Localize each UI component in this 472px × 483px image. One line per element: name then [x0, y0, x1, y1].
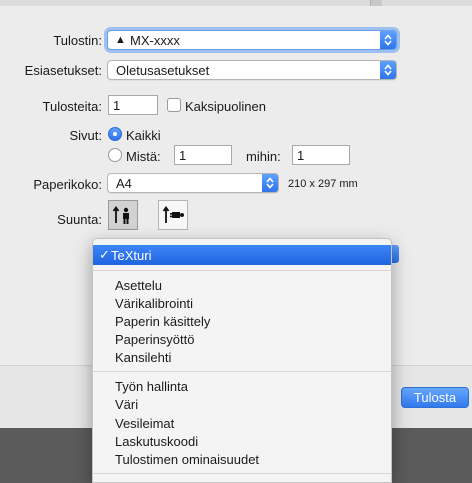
menu-item-kansilehti[interactable]: Kansilehti — [115, 350, 171, 365]
pages-all-label: Kaikki — [126, 128, 161, 143]
two-sided-checkbox[interactable] — [167, 98, 181, 112]
landscape-orientation-button[interactable] — [158, 200, 188, 230]
pages-from-value: 1 — [179, 148, 187, 163]
print-button[interactable]: Tulosta — [401, 387, 469, 408]
menu-item-paperinsyotto[interactable]: Paperinsyöttö — [115, 332, 195, 347]
menu-separator — [93, 270, 391, 271]
presets-label: Esiasetukset: — [24, 63, 102, 78]
menu-item-label: TeXturi — [111, 248, 152, 263]
menu-item-vari[interactable]: Väri — [115, 397, 138, 412]
menu-item-varikalibrointi[interactable]: Värikalibrointi — [115, 296, 193, 311]
updown-arrows-icon — [380, 61, 396, 79]
pages-from-label: Mistä: — [126, 149, 161, 164]
pages-from-field[interactable]: 1 — [174, 145, 232, 165]
menu-item-tyon-hallinta[interactable]: Työn hallinta — [115, 379, 188, 394]
window-edge — [370, 0, 382, 6]
paper-dimensions: 210 x 297 mm — [288, 178, 358, 190]
two-sided-label: Kaksipuolinen — [185, 99, 266, 114]
landscape-icon — [162, 205, 184, 223]
pages-range-radio[interactable] — [108, 148, 122, 162]
pages-all-radio[interactable] — [108, 127, 122, 141]
pages-label: Sivut: — [69, 128, 102, 143]
menu-item-texturi[interactable]: ✓ TeXturi — [93, 245, 391, 265]
updown-arrows-icon — [262, 174, 278, 192]
presets-value: Oletusasetukset — [116, 63, 210, 78]
pages-to-label: mihin: — [246, 149, 281, 164]
printer-value: MX-xxxx — [130, 33, 180, 48]
portrait-icon — [112, 205, 129, 224]
copies-value: 1 — [113, 98, 121, 113]
updown-arrows-icon — [380, 31, 396, 49]
printer-label: Tulostin: — [53, 33, 102, 48]
copies-field[interactable]: 1 — [108, 95, 158, 115]
menu-item-vesileimat[interactable]: Vesileimat — [115, 416, 174, 431]
menu-item-laskutuskoodi[interactable]: Laskutuskoodi — [115, 434, 198, 449]
menu-item-paperin-kasittely[interactable]: Paperin käsittely — [115, 314, 210, 329]
menu-separator — [93, 371, 391, 372]
printer-popup[interactable]: ▲ MX-xxxx — [107, 30, 397, 50]
menu-item-asettelu[interactable]: Asettelu — [115, 278, 162, 293]
menu-item-tulostimen-ominaisuudet[interactable]: Tulostimen ominaisuudet — [115, 452, 259, 467]
portrait-orientation-button[interactable] — [108, 200, 138, 230]
presets-popup[interactable]: Oletusasetukset — [107, 60, 397, 80]
warning-icon: ▲ — [115, 34, 126, 46]
copies-label: Tulosteita: — [42, 99, 103, 114]
paper-size-popup[interactable]: A4 — [107, 173, 279, 193]
pages-to-value: 1 — [297, 148, 305, 163]
window-top-strip — [0, 0, 472, 6]
orientation-label: Suunta: — [57, 212, 102, 227]
paper-size-label: Paperikoko: — [33, 177, 102, 192]
paper-size-value: A4 — [116, 176, 132, 191]
pages-to-field[interactable]: 1 — [292, 145, 350, 165]
menu-separator — [93, 473, 391, 474]
checkmark-icon: ✓ — [99, 247, 110, 262]
panel-dropdown-menu[interactable]: ✓ TeXturi Asettelu Värikalibrointi Paper… — [92, 238, 392, 483]
